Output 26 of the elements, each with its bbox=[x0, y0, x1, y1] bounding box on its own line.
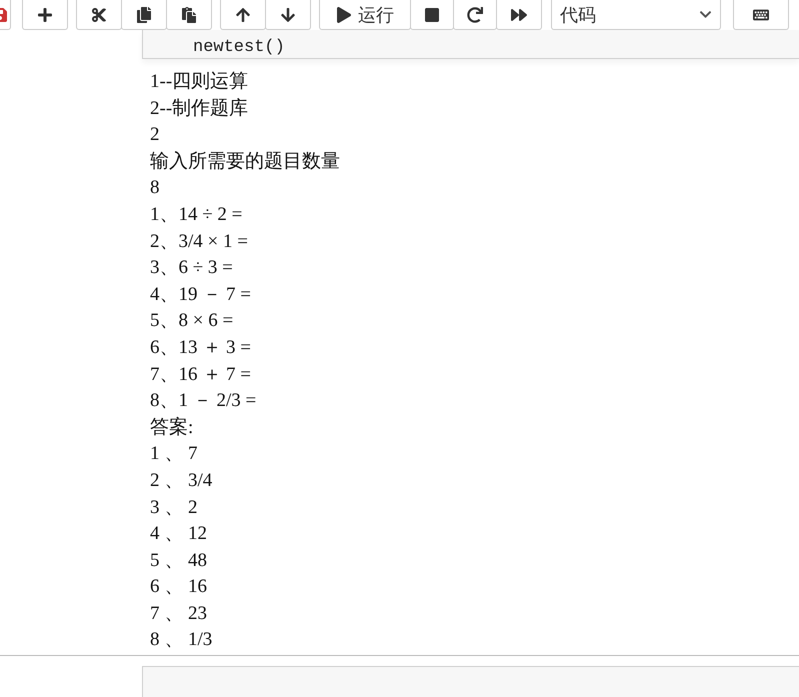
output-line: 1 、 7 bbox=[150, 442, 198, 466]
run-button[interactable]: 运行 bbox=[319, 0, 411, 30]
output-line: 7、16 ＋ 7 = bbox=[150, 362, 252, 387]
output-line: 5、8 × 6 = bbox=[150, 309, 234, 334]
output-line: 1、14 ÷ 2 = bbox=[150, 202, 244, 227]
output-line: 2、3/4 × 1 = bbox=[150, 230, 249, 254]
output-line: 7 、 23 bbox=[150, 602, 208, 626]
output-line: 1--四则运算 bbox=[150, 70, 250, 94]
output-line: 3、6 ÷ 3 = bbox=[150, 256, 234, 280]
output-line: 6 、 16 bbox=[150, 575, 208, 600]
output-line: 2 bbox=[150, 123, 160, 148]
output-line: 输入所需要的题目数量 bbox=[150, 150, 341, 174]
output-line: 8 bbox=[150, 176, 160, 200]
output-line: 4、19 － 7 = bbox=[150, 282, 252, 307]
output-line: 6、13 ＋ 3 = bbox=[150, 336, 252, 360]
output-line: 8、1 － 2/3 = bbox=[150, 389, 258, 414]
cell-type-value: 代码 bbox=[560, 4, 596, 26]
output-line: 8 、 1/3 bbox=[150, 628, 214, 652]
output-line: 2 、 3/4 bbox=[150, 468, 214, 493]
output-line: 4 、 12 bbox=[150, 522, 208, 546]
output-line: 3 、 2 bbox=[150, 496, 198, 520]
output-line: 2--制作题库 bbox=[150, 96, 250, 121]
output-line: 5 、 48 bbox=[150, 548, 208, 573]
output-line: 答案: bbox=[150, 416, 194, 440]
code-cell[interactable]: newtest() bbox=[142, 30, 799, 59]
code-text: newtest() bbox=[193, 38, 285, 58]
